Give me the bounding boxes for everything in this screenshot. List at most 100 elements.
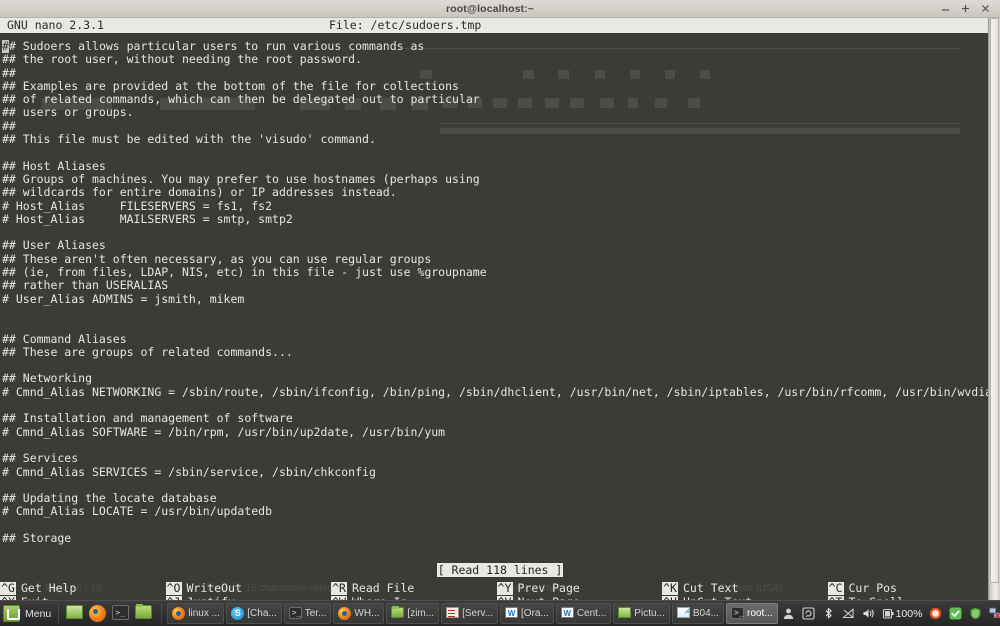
checkmark-status-icon[interactable] (949, 607, 962, 620)
editor-line: ## Examples are provided at the bottom o… (2, 78, 459, 93)
firefox-icon[interactable] (89, 605, 107, 622)
task-serv[interactable]: [Serv... (441, 603, 499, 624)
network-signal-icon[interactable] (841, 607, 855, 620)
task-wh-glyph (338, 607, 352, 620)
firefox-icon (89, 605, 107, 622)
nano-filename: File: /etc/sudoers.tmp (329, 18, 482, 32)
desktop-root: root@localhost:~ Page 16 / 16 1 words, 1… (0, 0, 1000, 626)
task-wh-icon (338, 607, 352, 620)
system-tray: 100% 10:25 (778, 603, 1000, 625)
minimize-button[interactable] (940, 3, 951, 14)
editor-line: # Cmnd_Alias SOFTWARE = /bin/rpm, /usr/b… (2, 424, 446, 439)
maximize-button[interactable] (960, 3, 971, 14)
task-pictures-icon (618, 607, 632, 620)
shortcut-row: ^G Get Help ^O WriteOut ^R Read File ^Y Prev Pa… (0, 581, 1000, 595)
recording-indicator-icon[interactable] (929, 607, 942, 620)
editor-line: ## These are groups of related commands.… (2, 344, 293, 359)
editor-line: ## Storage (2, 530, 72, 545)
shortcut-key: ^O (165, 580, 182, 595)
editor-line: ## Host Aliases (2, 158, 106, 173)
task-wh[interactable]: WH... (333, 603, 385, 624)
start-menu-label: Menu (25, 607, 52, 620)
editor-line: ## the root user, without needing the ro… (2, 52, 363, 67)
editor-line: ## Groups of machines. You may prefer to… (2, 171, 480, 186)
nano-header-bar: GNU nano 2.3.1 File: /etc/sudoers.tmp (0, 18, 1000, 33)
task-cent[interactable]: Cent... (555, 603, 612, 624)
task-pictures[interactable]: Pictu... (613, 603, 670, 624)
terminal-icon[interactable]: >_ (112, 605, 130, 622)
task-linux-icon (172, 607, 186, 620)
task-b04[interactable]: B04... (671, 603, 725, 624)
shortcut-key: ^G (0, 580, 16, 595)
shortcut-label: Prev Page (517, 581, 580, 595)
volume-icon[interactable] (862, 607, 875, 620)
task-chat-icon: S (231, 607, 245, 620)
shortcut-key: ^K (662, 580, 678, 595)
editor-line: ## User Aliases (2, 238, 106, 253)
window-titlebar[interactable]: root@localhost:~ (0, 0, 1000, 18)
shortcut-item[interactable]: ^C Cur Pos (827, 581, 994, 595)
battery-icon (882, 607, 895, 620)
scrollbar-thumb[interactable] (990, 18, 999, 583)
task-linux-glyph (172, 607, 186, 620)
bluetooth-icon[interactable] (822, 607, 835, 620)
battery-status[interactable]: 100% (882, 607, 923, 620)
task-serv-icon (446, 607, 460, 620)
editor-line: ## of related commands, which can then b… (2, 92, 480, 107)
task-root-terminal[interactable]: >_ root... (726, 603, 778, 624)
task-pictures-glyph (618, 607, 632, 618)
task-chat-label: [Cha... (247, 608, 277, 619)
terminal-scrollbar[interactable] (988, 18, 1000, 600)
shortcut-item[interactable]: ^O WriteOut (165, 580, 332, 595)
task-cent-label: Cent... (576, 608, 607, 619)
task-linux-label: linux ... (188, 608, 220, 619)
shortcut-item[interactable]: ^Y Prev Page (496, 581, 663, 595)
editor-line: # Host_Alias MAILSERVERS = smtp, smtp2 (2, 211, 293, 226)
shortcut-item[interactable]: ^K Cut Text (662, 581, 828, 595)
task-linux[interactable]: linux ... (167, 603, 225, 624)
terminal-window[interactable]: Page 16 / 16 1 words, 16 characters sele… (0, 18, 1000, 600)
editor-line: ## Services (2, 451, 79, 466)
task-cent-glyph (560, 607, 574, 619)
task-terminal[interactable]: >_ Ter... (283, 603, 332, 624)
nano-status-line: [ Read 118 lines ] (0, 559, 1000, 577)
network-disconnected-icon[interactable] (989, 607, 1000, 620)
file-manager-icon[interactable] (135, 604, 153, 622)
shortcut-item[interactable]: ^G Get Help (0, 581, 166, 595)
editor-line: ## (2, 118, 16, 133)
linux-mint-logo-icon (3, 605, 20, 622)
task-zim[interactable]: [zim... (386, 603, 440, 624)
shield-security-icon[interactable] (969, 607, 982, 620)
editor-line: # User_Alias ADMINS = jsmith, mikem (2, 291, 245, 306)
show-desktop-icon[interactable] (66, 605, 84, 622)
task-chat[interactable]: S [Cha... (226, 603, 282, 624)
task-ora-icon (505, 607, 519, 620)
editor-line: ## Networking (2, 371, 93, 386)
editor-line: ## Installation and management of softwa… (2, 411, 293, 426)
window-controls (940, 3, 1000, 14)
task-wh-label: WH... (354, 608, 380, 619)
task-ora-glyph (505, 607, 519, 619)
task-zim-label: [zim... (407, 608, 435, 619)
shortcut-item[interactable]: ^R Read File (331, 581, 497, 595)
shortcut-label: Cur Pos (848, 581, 897, 595)
task-ora[interactable]: [Ora... (500, 603, 554, 624)
nano-shortcut-bar: ^G Get Help ^O WriteOut ^R Read File ^Y Prev Pa… (0, 581, 1000, 600)
update-manager-icon[interactable] (802, 607, 815, 620)
start-menu-button[interactable]: Menu (0, 602, 58, 626)
battery-percent: 100% (895, 607, 923, 620)
editor-line: # Cmnd_Alias LOCATE = /usr/bin/updatedb (2, 504, 273, 519)
shortcut-label: Read File (352, 581, 415, 595)
editor-line: ## rather than USERALIAS (2, 278, 169, 293)
user-account-icon[interactable] (782, 607, 795, 620)
nano-editor-text[interactable]: ## Sudoers allows particular users to ru… (0, 40, 994, 560)
shortcut-key: ^R (331, 580, 347, 595)
shortcut-label: WriteOut (186, 581, 242, 595)
close-button[interactable] (980, 3, 991, 14)
task-cent-icon (560, 607, 574, 620)
